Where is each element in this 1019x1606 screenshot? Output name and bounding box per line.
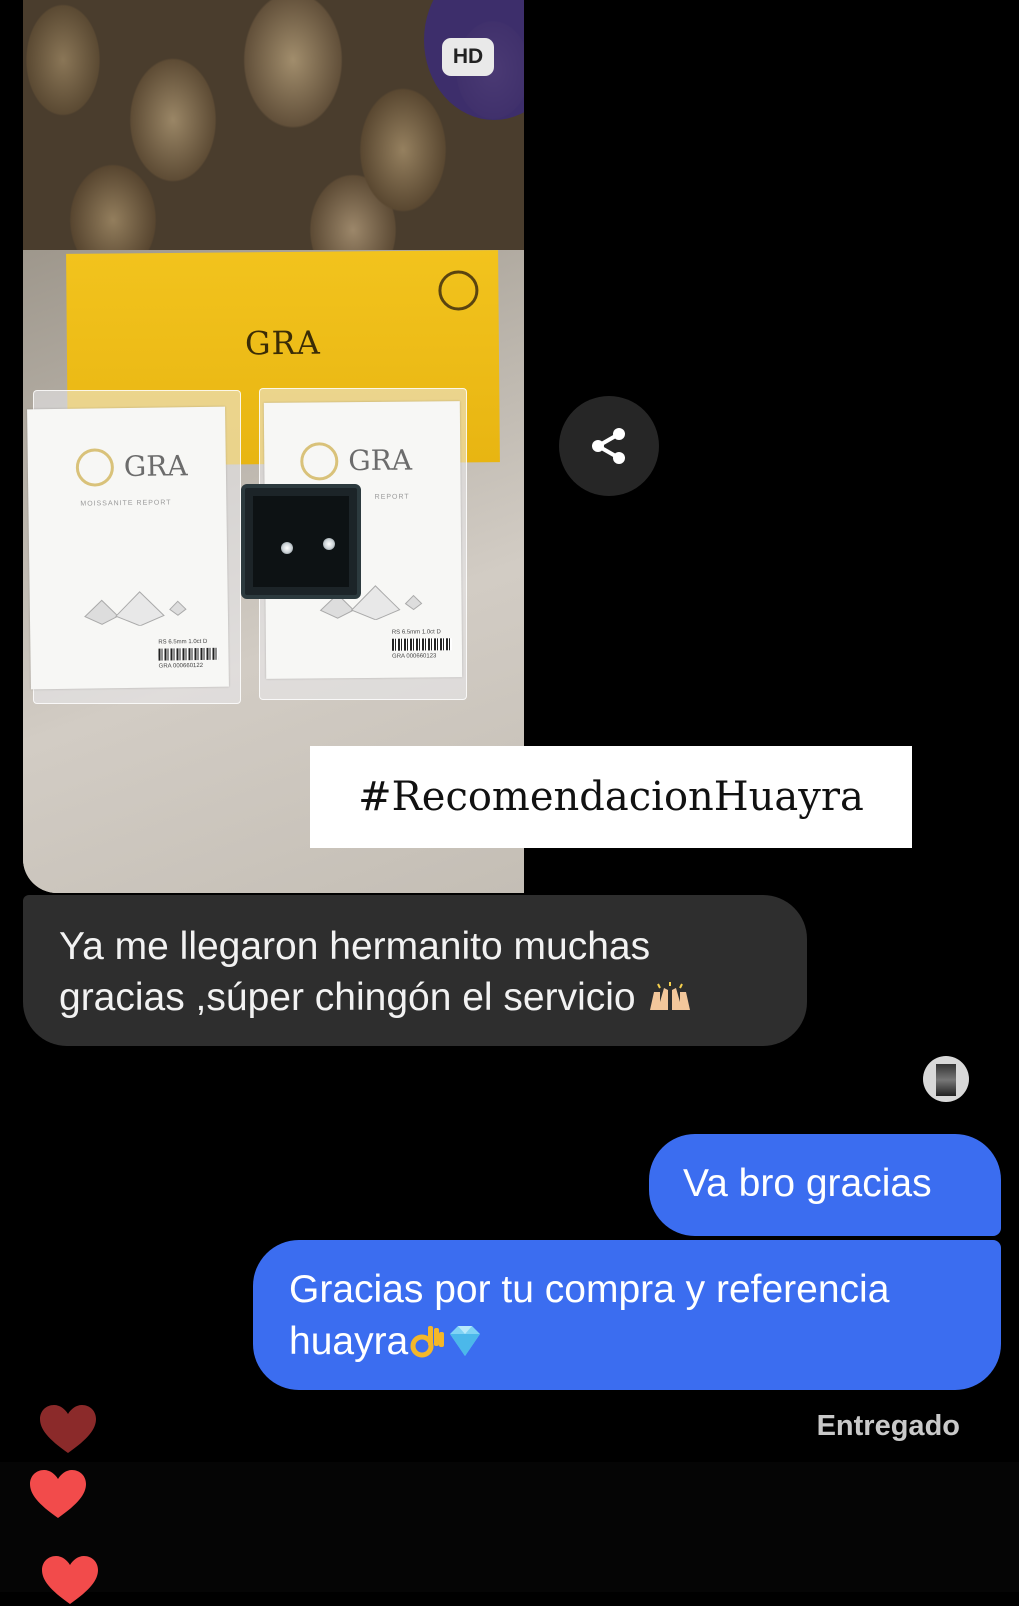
ok-hand-icon bbox=[408, 1322, 446, 1360]
gra-logo-icon bbox=[75, 448, 115, 487]
certificate-subtitle: MOISSANITE REPORT bbox=[80, 499, 172, 508]
gra-seal-icon bbox=[438, 270, 479, 311]
gra-logo-icon bbox=[300, 442, 339, 481]
message-bubble-outgoing[interactable]: Va bro gracias bbox=[649, 1134, 1001, 1236]
message-bubble-incoming[interactable]: Ya me llegaron hermanito muchas gracias … bbox=[23, 895, 807, 1046]
hashtag-text: #RecomendacionHuayra bbox=[358, 774, 864, 820]
message-text: Va bro gracias bbox=[683, 1162, 932, 1205]
earring-stone bbox=[323, 538, 335, 550]
message-text: huayra bbox=[289, 1320, 409, 1363]
certificate-stock: RS 6.5mm 1.0ct D bbox=[158, 638, 208, 646]
earring-box bbox=[241, 484, 361, 599]
message-text-line: Gracias por tu compra y referencia bbox=[289, 1268, 890, 1311]
certificate-brand: GRA bbox=[348, 443, 413, 478]
certificate-stock: RS 6.5mm 1.0ct D bbox=[391, 629, 441, 636]
earring-stone bbox=[281, 542, 293, 554]
diamond-illustration-icon bbox=[84, 591, 187, 627]
share-icon bbox=[592, 428, 625, 464]
delivered-status: Entregado bbox=[816, 1410, 960, 1442]
heart-icon[interactable] bbox=[40, 1405, 96, 1455]
certificate-brand: GRA bbox=[123, 449, 188, 484]
hashtag-sticker: #RecomendacionHuayra bbox=[310, 746, 912, 848]
heart-icon[interactable] bbox=[30, 1470, 86, 1520]
read-receipt-avatar bbox=[923, 1056, 969, 1102]
certificate-card: GRA MOISSANITE REPORT RS 6.5mm 1.0ct D G… bbox=[27, 406, 229, 690]
raised-hands-icon bbox=[646, 976, 694, 1010]
certificate-barcode: RS 6.5mm 1.0ct D GRA 000660123 bbox=[392, 629, 452, 666]
envelope-brand: GRA bbox=[244, 323, 321, 363]
message-text-line: gracias ,súper chingón el servicio bbox=[59, 972, 767, 1023]
share-button[interactable] bbox=[559, 396, 659, 496]
certificate-subtitle: REPORT bbox=[374, 493, 410, 501]
hd-badge[interactable]: HD bbox=[442, 38, 494, 76]
message-text-line: huayra bbox=[289, 1316, 971, 1368]
message-bubble-outgoing[interactable]: Gracias por tu compra y referencia huayr… bbox=[253, 1240, 1001, 1390]
certificate-number: GRA 000660123 bbox=[391, 653, 437, 660]
earring-box-inner bbox=[253, 496, 349, 587]
certificate-number: GRA 000660122 bbox=[158, 662, 204, 670]
certificate-barcode: RS 6.5mm 1.0ct D GRA 000660122 bbox=[158, 638, 219, 676]
gem-stone-icon bbox=[446, 1322, 484, 1360]
barcode-bars bbox=[158, 647, 219, 661]
chat-thread: HD GRA GRA MOISSANITE REPORT RS 6.5mm 1.… bbox=[0, 0, 1019, 1604]
message-text-line: Ya me llegaron hermanito muchas bbox=[59, 925, 651, 968]
reaction-bar bbox=[0, 1462, 1019, 1592]
message-text: gracias ,súper chingón el servicio bbox=[59, 976, 636, 1019]
heart-icon[interactable] bbox=[42, 1556, 98, 1606]
barcode-bars bbox=[391, 638, 452, 651]
avatar-figure bbox=[936, 1064, 956, 1096]
